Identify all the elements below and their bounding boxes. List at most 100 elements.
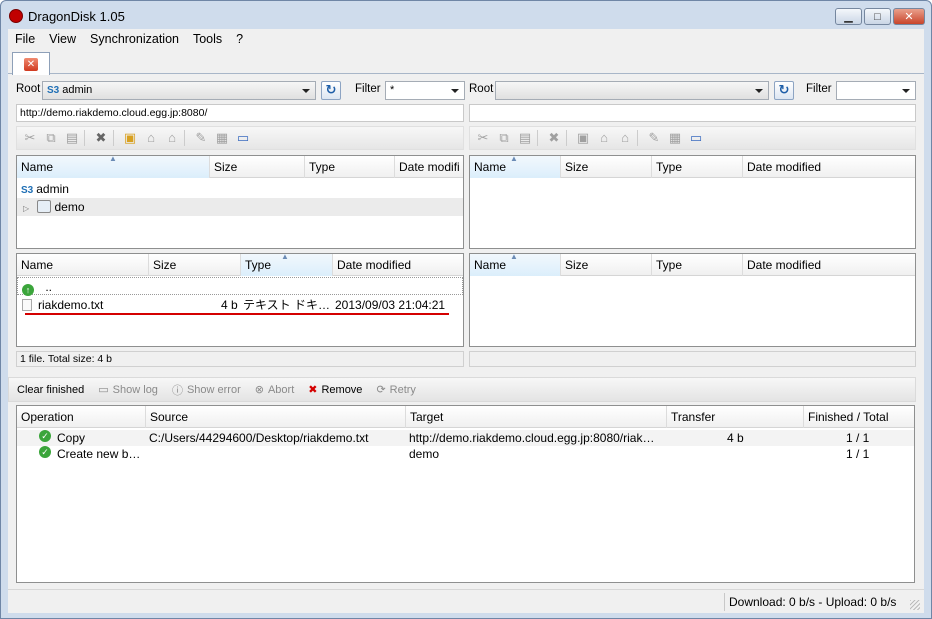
left-filter-combo[interactable]: * xyxy=(385,81,465,100)
menu-synchronization[interactable]: Synchronization xyxy=(83,32,186,46)
col-date[interactable]: Date modified xyxy=(333,254,463,276)
toolbar-separator xyxy=(566,130,570,146)
chevron-down-icon xyxy=(302,89,310,93)
copy-icon[interactable]: ⧉ xyxy=(495,129,513,147)
up-arrow-icon: ↑ xyxy=(22,284,34,296)
new-folder-icon[interactable]: ▣ xyxy=(574,129,592,147)
close-button[interactable]: ✕ xyxy=(893,8,925,25)
minimize-button[interactable]: ▁ xyxy=(835,8,862,25)
col-size[interactable]: Size xyxy=(149,254,241,276)
delete-icon[interactable]: ✖ xyxy=(92,129,110,147)
file-size: 4 b xyxy=(221,298,238,312)
col-date[interactable]: Date modifi xyxy=(395,156,463,178)
tree-node-label: demo xyxy=(54,200,85,214)
clear-finished-button[interactable]: Clear finished xyxy=(17,384,84,396)
delete-icon[interactable]: ✖ xyxy=(545,129,563,147)
remove-button[interactable]: ✖ Remove xyxy=(308,383,362,397)
retry-button[interactable]: ⟳ Retry xyxy=(376,383,416,397)
col-operation[interactable]: Operation xyxy=(17,406,146,428)
error-icon: ⓘ xyxy=(171,384,183,397)
tree-node-admin[interactable]: S3 admin xyxy=(17,180,463,198)
right-url-field[interactable] xyxy=(469,104,916,122)
operation-row[interactable]: ✓ Create new b… demo 1 / 1 xyxy=(17,446,914,462)
properties-icon[interactable]: ✎ xyxy=(192,129,210,147)
paste-icon[interactable]: ▤ xyxy=(516,129,534,147)
col-name[interactable]: Name xyxy=(17,254,149,276)
sort-up-icon: ▲ xyxy=(109,156,117,163)
menu-file[interactable]: File xyxy=(8,32,42,46)
right-root-label: Root xyxy=(469,83,494,95)
toolbar-separator xyxy=(184,130,188,146)
col-type[interactable]: ▲ Type xyxy=(241,254,333,276)
toolbar-separator xyxy=(113,130,117,146)
menu-help[interactable]: ? xyxy=(229,32,250,46)
file-row[interactable]: riakdemo.txt 4 b テキスト ドキ… 2013/09/03 21:… xyxy=(17,296,463,314)
toolbar-separator xyxy=(537,130,541,146)
col-source[interactable]: Source xyxy=(146,406,406,428)
ok-check-icon: ✓ xyxy=(39,446,51,458)
col-size[interactable]: Size xyxy=(210,156,305,178)
right-file-header: ▲ Name Size Type Date modified xyxy=(470,254,915,276)
show-error-button[interactable]: ⓘ Show error xyxy=(172,382,241,398)
s3-icon: S3 xyxy=(21,185,34,196)
paste-icon[interactable]: ▤ xyxy=(63,129,81,147)
parent-dir-row[interactable]: ↑ .. xyxy=(17,277,463,296)
right-toolbar: ✂ ⧉ ▤ ✖ ▣ ⌂ ⌂ ✎ ▦ ▭ xyxy=(469,126,916,150)
window-title: DragonDisk 1.05 xyxy=(28,9,125,24)
expand-arrow-icon[interactable]: ▷ xyxy=(23,204,29,213)
col-name[interactable]: ▲ Name xyxy=(470,156,561,178)
new-folder-icon[interactable]: ▣ xyxy=(121,129,139,147)
window-icon[interactable]: ▭ xyxy=(687,129,705,147)
right-status xyxy=(469,351,916,367)
bucket-settings-icon[interactable]: ⌂ xyxy=(616,129,634,147)
col-transfer[interactable]: Transfer xyxy=(667,406,804,428)
col-name[interactable]: ▲ Name xyxy=(470,254,561,276)
col-target[interactable]: Target xyxy=(406,406,667,428)
left-refresh-button[interactable]: ↻ xyxy=(321,81,341,100)
right-refresh-button[interactable]: ↻ xyxy=(774,81,794,100)
left-root-combo[interactable]: S3 admin xyxy=(42,81,316,100)
red-underline-annotation xyxy=(25,313,449,315)
chevron-down-icon xyxy=(755,89,763,93)
cut-icon[interactable]: ✂ xyxy=(21,129,39,147)
bucket-settings-icon[interactable]: ⌂ xyxy=(163,129,181,147)
tab-explorer[interactable]: ✕ xyxy=(12,52,50,75)
window-icon[interactable]: ▭ xyxy=(234,129,252,147)
op-source: C:/Users/44294600/Desktop/riakdemo.txt xyxy=(149,431,369,445)
bucket-icon[interactable]: ⌂ xyxy=(595,129,613,147)
acl-icon[interactable]: ▦ xyxy=(666,129,684,147)
col-type[interactable]: Type xyxy=(652,156,743,178)
properties-icon[interactable]: ✎ xyxy=(645,129,663,147)
left-url-field[interactable]: http://demo.riakdemo.cloud.egg.jp:8080/ xyxy=(16,104,464,122)
col-date[interactable]: Date modified xyxy=(743,254,915,276)
col-size[interactable]: Size xyxy=(561,156,652,178)
close-tab-icon[interactable]: ✕ xyxy=(24,57,38,71)
col-type[interactable]: Type xyxy=(305,156,395,178)
abort-button[interactable]: ⊗ Abort xyxy=(255,383,295,397)
col-size[interactable]: Size xyxy=(561,254,652,276)
menu-view[interactable]: View xyxy=(42,32,83,46)
show-log-button[interactable]: ▭ Show log xyxy=(98,383,158,397)
ok-check-icon: ✓ xyxy=(39,430,51,442)
s3-icon: S3 xyxy=(47,85,60,96)
bucket-icon[interactable]: ⌂ xyxy=(142,129,160,147)
tree-node-demo[interactable]: ▷ demo xyxy=(17,198,463,216)
menu-tools[interactable]: Tools xyxy=(186,32,229,46)
resize-grip-icon[interactable] xyxy=(910,600,920,610)
cut-icon[interactable]: ✂ xyxy=(474,129,492,147)
col-finished[interactable]: Finished / Total xyxy=(804,406,914,428)
maximize-button[interactable]: □ xyxy=(864,8,891,25)
right-filter-combo[interactable] xyxy=(836,81,916,100)
copy-icon[interactable]: ⧉ xyxy=(42,129,60,147)
operation-row[interactable]: ✓ Copy C:/Users/44294600/Desktop/riakdem… xyxy=(17,430,914,446)
col-name[interactable]: ▲ Name xyxy=(17,156,210,178)
right-root-combo[interactable] xyxy=(495,81,769,100)
left-tree-pane: ▲ Name Size Type Date modifi S3 admin ▷ de… xyxy=(16,155,464,249)
col-date[interactable]: Date modified xyxy=(743,156,915,178)
col-type[interactable]: Type xyxy=(652,254,743,276)
chevron-down-icon xyxy=(902,89,910,93)
sort-up-icon: ▲ xyxy=(281,254,289,261)
sort-up-icon: ▲ xyxy=(510,156,518,163)
acl-icon[interactable]: ▦ xyxy=(213,129,231,147)
title-bar: DragonDisk 1.05 ▁ □ ✕ xyxy=(1,1,931,29)
